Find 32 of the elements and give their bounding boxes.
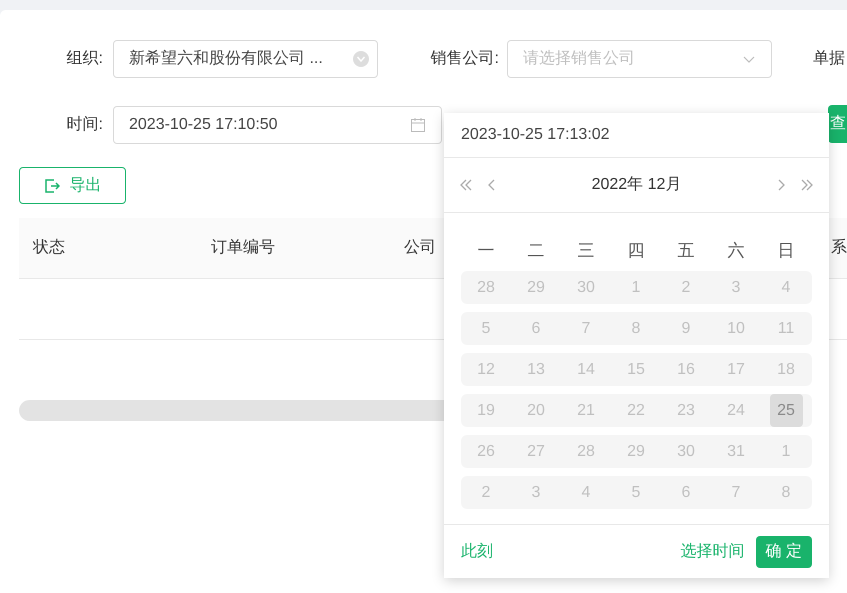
weekday-label: 日 <box>776 240 796 262</box>
filter-label: 销售公司: <box>430 49 499 69</box>
select-time-link[interactable]: 选择时间 <box>680 540 745 564</box>
time-input[interactable]: 2023-10-25 17:13:02 <box>444 113 829 158</box>
weekday-label: 三 <box>576 240 596 262</box>
weekday-label: 二 <box>526 240 546 262</box>
date-field[interactable]: 2023-10-25 17:10:50 <box>113 106 442 144</box>
ok-button[interactable]: 确 定 <box>756 536 812 568</box>
query-button[interactable]: 查 <box>828 105 847 143</box>
filter-label: 组织: <box>66 49 104 69</box>
filter-label: 单据 <box>813 49 845 69</box>
double-right-icon[interactable] <box>799 177 815 193</box>
month-label[interactable]: 2022年 12月 <box>500 173 773 197</box>
day-cell: 25 <box>770 394 802 427</box>
column-header: 订单编号 <box>211 238 275 258</box>
filter-label: 时间: <box>66 114 104 135</box>
now-link[interactable]: 此刻 <box>461 540 493 564</box>
weekday-label: 五 <box>676 240 696 262</box>
clear-icon[interactable] <box>353 51 369 67</box>
column-header: 系 <box>831 238 847 258</box>
scrollbar[interactable] <box>19 400 444 421</box>
column-header: 公司 <box>404 238 436 258</box>
weekday-label: 一 <box>476 240 496 262</box>
column-header: 状态 <box>33 238 65 258</box>
export-icon <box>44 178 60 194</box>
double-left-icon[interactable] <box>458 177 474 193</box>
select-field[interactable]: 新希望六和股份有限公司 ... <box>113 40 378 78</box>
select-field[interactable]: 请选择销售公司 <box>507 40 772 78</box>
export-button[interactable]: 导出 <box>19 167 126 204</box>
weekday-label: 四 <box>626 240 646 262</box>
calendar-icon <box>410 117 426 133</box>
weekday-label: 六 <box>726 240 746 262</box>
